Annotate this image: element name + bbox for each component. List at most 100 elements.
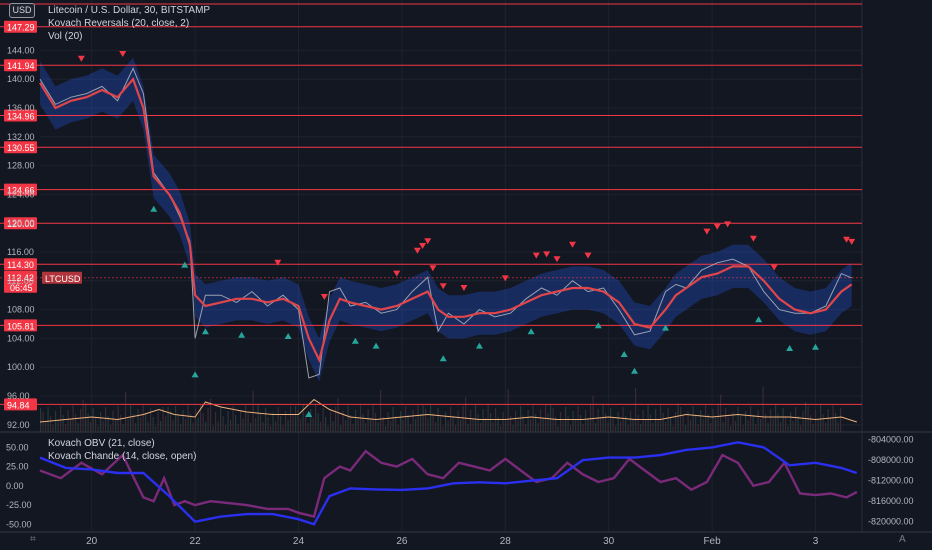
volume-bar [465, 397, 467, 432]
volume-bar [312, 418, 314, 432]
volume-bar [560, 412, 562, 432]
volume-bar [282, 425, 284, 432]
price-tick-label: 116.00 [7, 247, 34, 257]
volume-bar [637, 415, 639, 432]
down-marker [413, 247, 421, 254]
volume-bar [520, 406, 522, 432]
volume-bar [252, 391, 254, 432]
volume-bar [740, 416, 742, 432]
volume-bar [660, 404, 662, 432]
price-tick-label: 140.00 [7, 74, 35, 84]
volume-bar [377, 422, 379, 432]
down-marker [119, 51, 127, 57]
volume-bar [605, 413, 607, 432]
volume-bar [647, 405, 649, 432]
volume-bar [230, 420, 232, 432]
volume-bar [697, 424, 699, 432]
volume-bar [527, 410, 529, 432]
level-label: 105.81 [7, 321, 35, 331]
volume-bar [367, 409, 369, 432]
volume-bar [455, 425, 457, 432]
volume-bar [315, 404, 317, 432]
volume-bar [475, 405, 477, 432]
volume-bar [207, 408, 209, 432]
volume-bar [427, 418, 429, 432]
volume-bar [240, 410, 242, 432]
price-tick-label: 100.00 [7, 362, 35, 372]
volume-bar [62, 415, 64, 432]
volume-bar [357, 419, 359, 432]
volume-bar [805, 402, 807, 432]
volume-bar [632, 420, 634, 432]
volume-bar [410, 424, 412, 432]
volume-bar [220, 407, 222, 432]
volume-bar [172, 420, 174, 432]
volume-bar [670, 417, 672, 432]
volume-bar [580, 415, 582, 432]
volume-bar [477, 414, 479, 432]
volume-bar [695, 415, 697, 432]
volume-bar [525, 424, 527, 432]
down-marker [848, 238, 856, 245]
volume-bar [222, 416, 224, 432]
volume-bar [50, 416, 52, 432]
volume-bar [125, 392, 127, 432]
time-tick-label: Feb [703, 536, 721, 547]
price-tick-label: 104.00 [7, 333, 35, 343]
volume-bar [797, 416, 799, 432]
osc-tick-label: 0.00 [6, 481, 24, 491]
volume-bar [57, 420, 59, 432]
symbol-tag: LTCUSD [45, 274, 81, 284]
volume-bar [500, 426, 502, 432]
volume-bar [182, 410, 184, 432]
volume-bar [105, 407, 107, 432]
volume-bar [762, 387, 764, 432]
volume-bar [515, 411, 517, 432]
volume-bar [612, 417, 614, 432]
horizontal-levels[interactable]: 147.29141.94134.96130.55124.66120.00114.… [0, 3, 862, 411]
chart-canvas[interactable]: 147.29141.94134.96130.55124.66120.00114.… [0, 0, 932, 550]
legend-reversals[interactable]: Kovach Reversals (20, close, 2) [48, 17, 210, 30]
up-marker [201, 328, 209, 335]
auto-scale-button[interactable]: A [899, 534, 906, 545]
volume-bar [462, 406, 464, 432]
volume-bar [700, 410, 702, 432]
volume-bar [370, 418, 372, 432]
up-marker [811, 343, 819, 350]
volume-bar [512, 425, 514, 432]
level-label: 94.84 [7, 400, 30, 410]
volume-bar [180, 424, 182, 432]
level-label: 130.55 [7, 143, 35, 153]
volume-bar [412, 410, 414, 432]
volume-bar [767, 423, 769, 432]
legend-chande[interactable]: Kovach Chande (14, close, open) [48, 450, 196, 463]
volume-bar [742, 425, 744, 432]
volume-bar [792, 421, 794, 432]
volume-bar [425, 409, 427, 432]
volume-bar [245, 405, 247, 432]
volume-bar [137, 409, 139, 432]
currency-badge[interactable]: USD [9, 3, 35, 18]
time-tick-label: 22 [190, 536, 202, 547]
volume-bar [575, 420, 577, 432]
volume-bar [830, 418, 832, 432]
volume-bar [422, 405, 424, 432]
obv-tick-label: -816000.00 [868, 496, 914, 506]
up-marker [372, 342, 380, 349]
timezone-icon[interactable]: ⌗ [30, 534, 36, 545]
legend-symbol[interactable]: Litecoin / U.S. Dollar, 30, BITSTAMP [48, 4, 210, 17]
volume-bar [402, 420, 404, 432]
volume-bar [537, 423, 539, 432]
volume-bar [610, 408, 612, 432]
legend-obv[interactable]: Kovach OBV (21, close) [48, 437, 196, 450]
volume-bar [242, 419, 244, 432]
up-marker [527, 328, 535, 335]
volume-bar [325, 417, 327, 432]
volume-bar [145, 413, 147, 432]
volume-bar [652, 423, 654, 432]
volume-bar [435, 422, 437, 432]
volume-bar [785, 417, 787, 432]
volume-bar [780, 422, 782, 432]
legend-volume[interactable]: Vol (20) [48, 30, 210, 43]
volume-bar [645, 419, 647, 432]
